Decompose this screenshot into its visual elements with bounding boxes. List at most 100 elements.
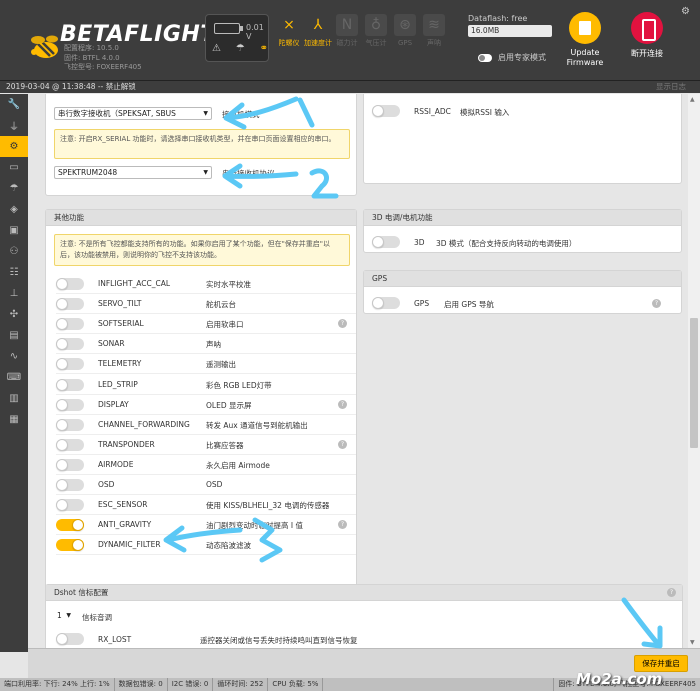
battery-status: 0.01 V ⚠ ☂ ⚭	[205, 14, 269, 62]
baro-icon: ♁	[365, 14, 387, 36]
feature-description: 彩色 RGB LED灯带	[206, 380, 272, 390]
help-icon[interactable]: ?	[667, 588, 676, 597]
feature-toggle[interactable]	[56, 278, 84, 290]
feature-name: CHANNEL_FORWARDING	[98, 419, 190, 429]
feature-row: SERVO_TILT 舵机云台	[56, 294, 356, 315]
chevron-down-icon: ▼	[66, 612, 71, 619]
feature-row: AIRMODE 永久启用 Airmode	[56, 455, 356, 475]
servo-icon: ⊥	[9, 288, 19, 299]
update-firmware-button[interactable]: Update Firmware	[562, 12, 608, 68]
failsafe-icon: ☂	[9, 183, 19, 194]
configurator-version: 配置程序: 10.5.0	[64, 44, 119, 52]
sidebar-item-sensors[interactable]: ▦	[0, 409, 28, 430]
cycle-time: 循环时间: 252	[213, 678, 269, 691]
rssi-adc-toggle[interactable]	[372, 105, 400, 117]
sidebar-item-led[interactable]: ▥	[0, 388, 28, 409]
feature-name: AIRMODE	[98, 459, 134, 469]
gps-panel: GPS GPS 启用 GPS 导航 ?	[363, 270, 682, 314]
feature-toggle[interactable]	[56, 298, 84, 311]
beacon-tone-select[interactable]: 1 ▼	[54, 610, 74, 623]
flight-controller: 飞控型号: FOXEERF405	[64, 63, 142, 71]
sonar-icon: ≋	[423, 14, 445, 36]
sidebar-item-configuration[interactable]: ⚙	[0, 136, 28, 157]
help-icon[interactable]: ?	[652, 299, 661, 308]
sidebar-item-osd[interactable]: ▤	[0, 325, 28, 346]
sidebar-item-receiver[interactable]: ▣	[0, 220, 28, 241]
dataflash-status: Dataflash: free 16.0MB	[468, 14, 552, 37]
show-log-link[interactable]: 显示日志	[656, 81, 686, 93]
accel-icon: ⅄	[313, 17, 323, 33]
sidebar-item-servos[interactable]: ⊥	[0, 283, 28, 304]
sidebar-item-modes[interactable]: ⚇	[0, 241, 28, 262]
sidebar-item-adjustments[interactable]: ☷	[0, 262, 28, 283]
sensor-mag: N 磁力计	[334, 14, 360, 70]
feature-toggle[interactable]	[56, 338, 84, 351]
panel-title: Dshot 信标配置	[54, 588, 109, 597]
feature-row: SONAR 声呐	[56, 334, 356, 355]
feature-toggle[interactable]	[56, 519, 84, 532]
feature-row: OSD OSD	[56, 475, 356, 495]
sidebar-item-failsafe[interactable]: ☂	[0, 178, 28, 199]
log-bar: 2019-03-04 @ 11:38:48 -- 禁止解锁 显示日志	[0, 80, 700, 93]
content-scrollbar[interactable]: ▲ ▼	[688, 94, 700, 648]
sensor-gyro: ⨯ 陀螺仪	[276, 14, 302, 70]
mag-icon: N	[336, 14, 358, 36]
chip-icon	[569, 12, 601, 44]
expert-mode-toggle[interactable]: 启用专家模式	[478, 52, 546, 63]
gps-toggle[interactable]	[372, 297, 400, 309]
feature-row: TRANSPONDER 比赛应答器?	[56, 435, 356, 455]
feature-description: 实时水平校准	[206, 280, 251, 289]
version-info: 配置程序: 10.5.0 固件: BTFL 4.0.0 飞控型号: FOXEER…	[64, 44, 142, 73]
feature-toggle[interactable]	[56, 438, 84, 451]
3d-toggle[interactable]	[372, 236, 400, 248]
help-icon[interactable]: ?	[338, 439, 347, 449]
header: BETAFLIGHT 配置程序: 10.5.0 固件: BTFL 4.0.0 飞…	[0, 0, 700, 80]
sidebar-item-ports[interactable]: ⏚	[0, 115, 28, 136]
sensor-baro: ♁ 气压计	[363, 14, 389, 70]
feature-name: SONAR	[98, 339, 125, 349]
gear-icon[interactable]: ⚙	[681, 6, 690, 17]
feature-name: SERVO_TILT	[98, 299, 142, 309]
feature-toggle[interactable]	[56, 539, 84, 552]
sidebar-item-cli[interactable]: ⌨	[0, 367, 28, 388]
chevron-down-icon: ▼	[203, 110, 208, 117]
feature-toggle[interactable]	[56, 458, 84, 471]
feature-description: 启用软串口	[206, 320, 244, 330]
feature-description: 舵机云台	[206, 300, 236, 310]
port-usage: 端口利用率: 下行: 24% 上行: 1%	[0, 678, 115, 691]
watermark: Mo2a.com	[576, 670, 663, 688]
feature-description: 比赛应答器	[206, 440, 244, 450]
sidebar-item-power[interactable]: ▭	[0, 157, 28, 178]
sidebar-item-pid[interactable]: ◈	[0, 199, 28, 220]
voltage: 0.01 V	[246, 23, 264, 41]
sidebar-item-blackbox[interactable]: ∿	[0, 346, 28, 367]
feature-toggle[interactable]	[56, 318, 84, 331]
help-icon[interactable]: ?	[338, 520, 347, 530]
sensor-indicators: ⨯ 陀螺仪 ⅄ 加速度计 N 磁力计 ♁ 气压计 ⊛ GPS ≋ 声呐	[276, 14, 450, 70]
other-features-panel: 其他功能 注意: 不是所有飞控都能支持所有的功能。如果你启用了某个功能，但在"保…	[45, 209, 357, 648]
expert-mode-switch[interactable]	[478, 53, 492, 62]
scroll-up-icon[interactable]: ▲	[690, 96, 695, 103]
feature-row: CHANNEL_FORWARDING 转发 Aux 通道信号到舵机输出	[56, 415, 356, 435]
feature-toggle[interactable]	[56, 499, 84, 512]
sidebar-item-setup[interactable]: 🔧	[0, 94, 28, 115]
modes-icon: ⚇	[9, 246, 19, 257]
scroll-down-icon[interactable]: ▼	[690, 639, 695, 646]
feature-toggle[interactable]	[56, 418, 84, 431]
feature-toggle[interactable]	[56, 358, 84, 371]
feature-name: SOFTSERIAL	[98, 319, 144, 329]
help-icon[interactable]: ?	[338, 319, 347, 329]
feature-toggle[interactable]	[56, 378, 84, 391]
sidebar-item-motors[interactable]: ✣	[0, 304, 28, 325]
feature-toggle[interactable]	[56, 479, 84, 491]
scroll-thumb[interactable]	[690, 318, 698, 448]
receiver-mode-select[interactable]: 串行数字接收机（SPEKSAT, SBUS ▼	[54, 107, 212, 120]
feature-row: DYNAMIC_FILTER 动态陷波滤波	[56, 535, 356, 556]
feature-description: 动态陷波滤波	[206, 541, 251, 551]
feature-name: DYNAMIC_FILTER	[98, 540, 161, 550]
feature-toggle[interactable]	[56, 398, 84, 411]
rx-lost-toggle[interactable]	[56, 633, 84, 645]
disconnect-button[interactable]: 断开连接	[624, 12, 670, 59]
serial-provider-select[interactable]: SPEKTRUM2048 ▼	[54, 166, 212, 179]
help-icon[interactable]: ?	[338, 399, 347, 409]
